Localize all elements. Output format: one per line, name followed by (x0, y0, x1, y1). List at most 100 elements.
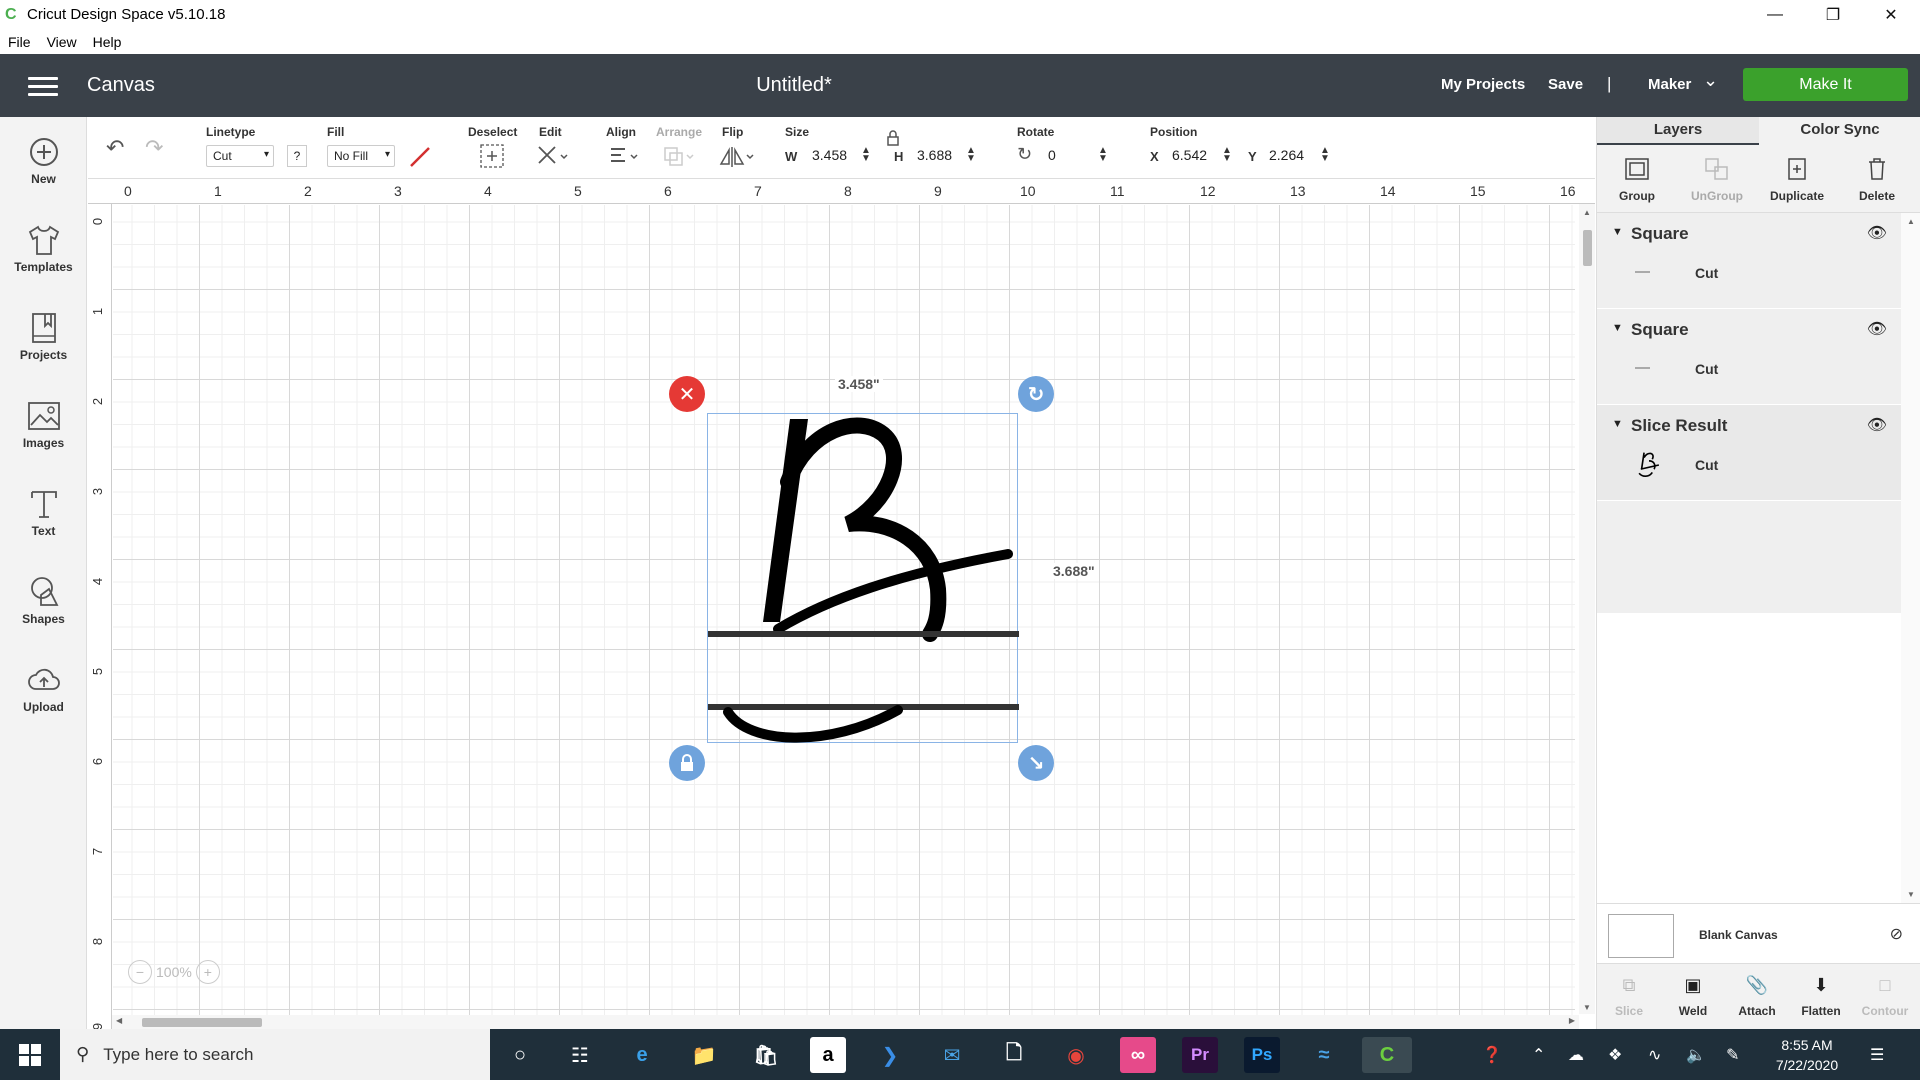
arrange-icon[interactable] (662, 145, 696, 169)
group-button[interactable]: Group (1597, 155, 1677, 203)
collapse-arrow-icon[interactable]: ▼ (1612, 226, 1623, 238)
height-input[interactable]: 3.688 (914, 145, 958, 167)
edit-scissors-icon[interactable] (535, 143, 569, 169)
eye-hidden-icon[interactable]: ⊘ (1890, 924, 1903, 944)
tray-dropbox-icon[interactable]: ❖ (1608, 1029, 1622, 1080)
tray-onedrive-icon[interactable]: ☁ (1568, 1029, 1584, 1080)
width-stepper[interactable]: ▲ ▼ (861, 146, 871, 164)
new-tool[interactable]: New (0, 135, 87, 186)
rotate-handle-icon[interactable]: ↻ (1018, 376, 1054, 412)
x-position-input[interactable]: 6.542 (1169, 145, 1213, 167)
chevron-down-icon[interactable]: ⌄ (1703, 70, 1718, 91)
tab-color-sync[interactable]: Color Sync (1759, 117, 1920, 145)
menu-help[interactable]: Help (93, 34, 122, 50)
slice-button[interactable]: ⧉ Slice (1597, 972, 1661, 1019)
taskbar-search[interactable]: ⚲ Type here to search (60, 1029, 490, 1080)
creative-cloud-icon[interactable]: ∞ (1120, 1037, 1156, 1073)
x-stepper[interactable]: ▲ ▼ (1222, 146, 1232, 164)
lock-ratio-icon[interactable] (886, 129, 900, 147)
vertical-scroll-thumb[interactable] (1583, 230, 1592, 266)
layer-group[interactable]: ▼ Slice Result 👁 Cut (1597, 405, 1901, 501)
store-icon[interactable]: 🛍 (748, 1037, 784, 1073)
layers-scrollbar[interactable]: ▲ ▼ (1901, 213, 1920, 903)
minimize-button[interactable]: — (1746, 0, 1804, 29)
notifications-icon[interactable]: ☰ (1870, 1029, 1884, 1080)
taskbar-clock[interactable]: 8:55 AM 7/22/2020 (1762, 1035, 1852, 1075)
make-it-button[interactable]: Make It (1743, 68, 1908, 101)
templates-tool[interactable]: Templates (0, 223, 87, 274)
task-view-icon[interactable]: ☷ (562, 1037, 598, 1073)
chrome-icon[interactable]: ◉ (1058, 1037, 1094, 1073)
linetype-help-button[interactable]: ? (287, 145, 307, 167)
app-wave-icon[interactable]: ≈ (1306, 1037, 1342, 1073)
collapse-arrow-icon[interactable]: ▼ (1612, 418, 1623, 430)
deselect-icon[interactable] (479, 143, 505, 169)
rotate-stepper[interactable]: ▲ ▼ (1098, 146, 1108, 164)
flatten-button[interactable]: ⬇ Flatten (1789, 972, 1853, 1019)
vertical-scrollbar[interactable]: ▲ ▼ (1579, 204, 1595, 1014)
lock-handle-icon[interactable] (669, 745, 705, 781)
images-tool[interactable]: Images (0, 399, 87, 450)
fill-select[interactable]: No Fill (327, 145, 395, 167)
app-bolt-icon[interactable]: ❯ (872, 1037, 908, 1073)
width-input[interactable]: 3.458 (809, 145, 853, 167)
tray-volume-icon[interactable]: 🔈 (1686, 1029, 1706, 1080)
layer-header[interactable]: ▼ Slice Result 👁 (1597, 405, 1901, 445)
cricut-taskbar-icon[interactable]: C (1362, 1037, 1412, 1073)
resize-handle-icon[interactable]: ↘ (1018, 745, 1054, 781)
weld-button[interactable]: ▣ Weld (1661, 972, 1725, 1019)
tray-wifi-icon[interactable]: ∿ (1648, 1029, 1661, 1080)
menu-view[interactable]: View (47, 34, 77, 50)
no-fill-swatch-icon[interactable] (408, 145, 432, 169)
layer-group[interactable]: ▼ Square 👁 — Cut (1597, 213, 1901, 309)
premiere-pro-icon[interactable]: Pr (1182, 1037, 1218, 1073)
tray-chevron-icon[interactable]: ⌃ (1532, 1029, 1545, 1080)
tab-layers[interactable]: Layers (1597, 117, 1759, 145)
layer-group[interactable]: ▼ Square 👁 — Cut (1597, 309, 1901, 405)
zoom-out-button[interactable]: − (128, 960, 152, 984)
eye-icon[interactable]: 👁 (1867, 223, 1887, 243)
flip-icon[interactable] (716, 144, 756, 170)
zoom-in-button[interactable]: + (195, 960, 220, 984)
projects-tool[interactable]: Projects (0, 311, 87, 362)
shapes-tool[interactable]: Shapes (0, 575, 87, 626)
undo-icon[interactable]: ↶ (106, 135, 124, 161)
upload-tool[interactable]: Upload (0, 663, 87, 714)
ungroup-button[interactable]: UnGroup (1677, 155, 1757, 203)
menu-file[interactable]: File (8, 34, 31, 50)
rotate-input[interactable]: 0 (1045, 145, 1089, 167)
mail-icon[interactable]: ✉ (934, 1037, 970, 1073)
file-explorer-icon[interactable]: 📁 (686, 1037, 722, 1073)
eye-icon[interactable]: 👁 (1867, 319, 1887, 339)
selection-bounding-box[interactable] (707, 413, 1019, 743)
photoshop-icon[interactable]: Ps (1244, 1037, 1280, 1073)
y-stepper[interactable]: ▲ ▼ (1320, 146, 1330, 164)
horizontal-scroll-thumb[interactable] (142, 1018, 262, 1027)
horizontal-scrollbar[interactable]: ◀ ▶ (112, 1015, 1579, 1029)
layer-header[interactable]: ▼ Square 👁 (1597, 309, 1901, 349)
y-position-input[interactable]: 2.264 (1266, 145, 1310, 167)
blank-canvas-row[interactable]: Blank Canvas ⊘ (1597, 903, 1920, 963)
tray-help-icon[interactable]: ❓ (1482, 1029, 1502, 1080)
delete-handle-icon[interactable]: ✕ (669, 376, 705, 412)
edge-browser-icon[interactable]: e (624, 1037, 660, 1073)
amazon-icon[interactable]: a (810, 1037, 846, 1073)
collapse-arrow-icon[interactable]: ▼ (1612, 322, 1623, 334)
save-link[interactable]: Save (1548, 76, 1583, 93)
text-tool[interactable]: Text (0, 487, 87, 538)
delete-button[interactable]: Delete (1837, 155, 1917, 203)
redo-icon[interactable]: ↷ (145, 135, 163, 161)
close-window-button[interactable]: ✕ (1862, 0, 1920, 29)
tray-pen-icon[interactable]: ✎ (1726, 1029, 1739, 1080)
layer-item[interactable]: — Cut (1597, 253, 1901, 297)
blank-canvas-swatch[interactable] (1608, 914, 1674, 958)
restore-button[interactable]: ❐ (1804, 0, 1862, 29)
layer-item[interactable]: Cut (1597, 445, 1901, 489)
eye-icon[interactable]: 👁 (1867, 415, 1887, 435)
duplicate-button[interactable]: Duplicate (1757, 155, 1837, 203)
layer-header[interactable]: ▼ Square 👁 (1597, 213, 1901, 253)
attach-button[interactable]: 📎 Attach (1725, 972, 1789, 1019)
machine-selector[interactable]: Maker (1648, 76, 1691, 93)
cortana-icon[interactable]: ○ (502, 1037, 538, 1073)
linetype-select[interactable]: Cut (206, 145, 274, 167)
